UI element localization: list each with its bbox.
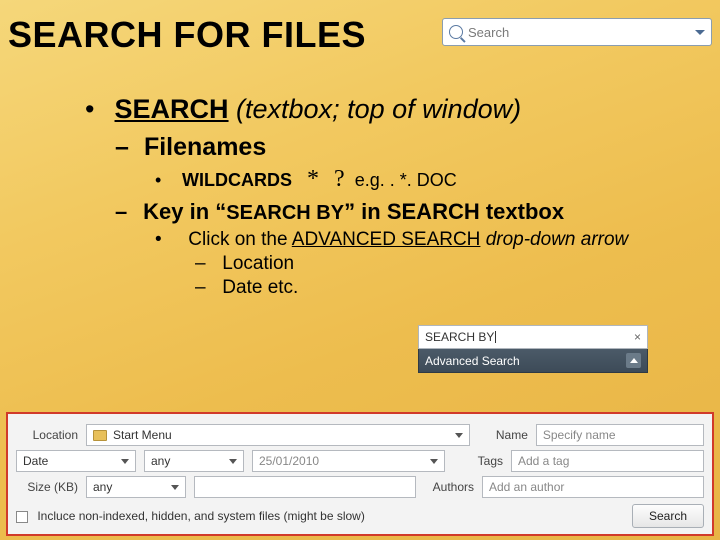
advanced-search-popup: SEARCH BY × Advanced Search bbox=[418, 325, 648, 373]
bullet-level3-wildcards: • WILDCARDS * ? e.g. . *. DOC bbox=[155, 166, 700, 193]
tags-input[interactable]: Add a tag bbox=[511, 450, 704, 472]
l1-rest: (textbox; top of window) bbox=[229, 94, 522, 124]
wildcards-label: WILDCARDS bbox=[182, 170, 292, 190]
l5b-text: Date etc. bbox=[222, 277, 298, 298]
close-icon[interactable]: × bbox=[634, 330, 641, 344]
question-glyph: ? bbox=[334, 166, 345, 192]
tags-placeholder: Add a tag bbox=[518, 454, 569, 468]
date-type-dropdown[interactable]: Date bbox=[16, 450, 136, 472]
adv-post: drop-down arrow bbox=[480, 229, 628, 250]
chevron-down-icon bbox=[171, 485, 179, 490]
keyin-post: in SEARCH textbox bbox=[355, 199, 564, 224]
dash-glyph-2: – bbox=[115, 199, 137, 225]
top-search-input[interactable]: Search bbox=[442, 18, 712, 46]
advanced-search-panel: Location Start Menu Name Specify name Da… bbox=[6, 412, 714, 536]
dash-glyph: – bbox=[115, 133, 137, 162]
dot-glyph-2: • bbox=[155, 229, 183, 251]
name-input[interactable]: Specify name bbox=[536, 424, 704, 446]
size-label: Size (KB) bbox=[16, 480, 78, 494]
folder-icon bbox=[93, 430, 107, 441]
size-value-input[interactable] bbox=[194, 476, 416, 498]
adv-pre: Click on the bbox=[188, 229, 292, 250]
search-button-label: Search bbox=[649, 509, 687, 523]
date-value: 25/01/2010 bbox=[259, 454, 319, 468]
wildcards-example: e.g. . *. DOC bbox=[355, 170, 457, 190]
date-label: Date bbox=[23, 454, 48, 468]
open-quote: “ bbox=[215, 199, 226, 224]
name-label: Name bbox=[478, 428, 528, 442]
checkbox-icon bbox=[16, 511, 28, 523]
bullet-level4-advanced: • Click on the ADVANCED SEARCH drop-down… bbox=[155, 229, 700, 251]
date-any: any bbox=[151, 454, 170, 468]
search-icon bbox=[449, 25, 463, 39]
chevron-down-icon bbox=[430, 459, 438, 464]
bullet-level1: • SEARCH (textbox; top of window) bbox=[85, 94, 700, 125]
dash-glyph-3: – bbox=[195, 253, 217, 275]
location-value: Start Menu bbox=[113, 428, 172, 442]
size-any: any bbox=[93, 480, 112, 494]
bullet-level5-location: – Location bbox=[195, 253, 700, 275]
authors-label: Authors bbox=[424, 480, 474, 494]
date-value-input[interactable]: 25/01/2010 bbox=[252, 450, 445, 472]
chevron-up-icon bbox=[626, 353, 641, 368]
authors-placeholder: Add an author bbox=[489, 480, 564, 494]
location-label: Location bbox=[16, 428, 78, 442]
popup-search-input[interactable]: SEARCH BY × bbox=[418, 325, 648, 349]
include-checkbox[interactable]: Incluce non-indexed, hidden, and system … bbox=[16, 509, 365, 523]
slide-content: • SEARCH (textbox; top of window) – File… bbox=[0, 56, 720, 311]
bullet-glyph: • bbox=[85, 94, 107, 125]
name-placeholder: Specify name bbox=[543, 428, 616, 442]
search-button[interactable]: Search bbox=[632, 504, 704, 528]
search-by-text: SEARCH BY bbox=[226, 202, 344, 224]
bullet-level5-date: – Date etc. bbox=[195, 277, 700, 299]
adv-label: Advanced Search bbox=[425, 354, 520, 368]
keyin-pre: Key in bbox=[143, 199, 215, 224]
dash-glyph-4: – bbox=[195, 277, 217, 299]
authors-input[interactable]: Add an author bbox=[482, 476, 704, 498]
tags-label: Tags bbox=[453, 454, 503, 468]
close-quote: ” bbox=[344, 199, 355, 224]
bullet-level2-keyin: – Key in “SEARCH BY” in SEARCH textbox bbox=[115, 199, 700, 225]
popup-search-text: SEARCH BY bbox=[425, 330, 494, 344]
date-any-dropdown[interactable]: any bbox=[144, 450, 244, 472]
chevron-down-icon bbox=[229, 459, 237, 464]
chevron-down-icon bbox=[455, 433, 463, 438]
include-label-text: Incluce non-indexed, hidden, and system … bbox=[37, 509, 365, 523]
bullet-level2-filenames: – Filenames bbox=[115, 133, 700, 162]
adv-underline: ADVANCED SEARCH bbox=[292, 229, 481, 250]
cursor-icon bbox=[495, 331, 496, 343]
chevron-down-icon bbox=[121, 459, 129, 464]
location-dropdown[interactable]: Start Menu bbox=[86, 424, 470, 446]
l5a-text: Location bbox=[222, 253, 294, 274]
dot-glyph: • bbox=[155, 170, 177, 191]
dropdown-icon[interactable] bbox=[695, 30, 705, 35]
l1-bold: SEARCH bbox=[115, 94, 229, 124]
size-any-dropdown[interactable]: any bbox=[86, 476, 186, 498]
l2a-text: Filenames bbox=[144, 133, 266, 161]
advanced-search-button[interactable]: Advanced Search bbox=[418, 349, 648, 373]
search-placeholder: Search bbox=[468, 25, 509, 40]
star-glyph: * bbox=[307, 166, 319, 192]
